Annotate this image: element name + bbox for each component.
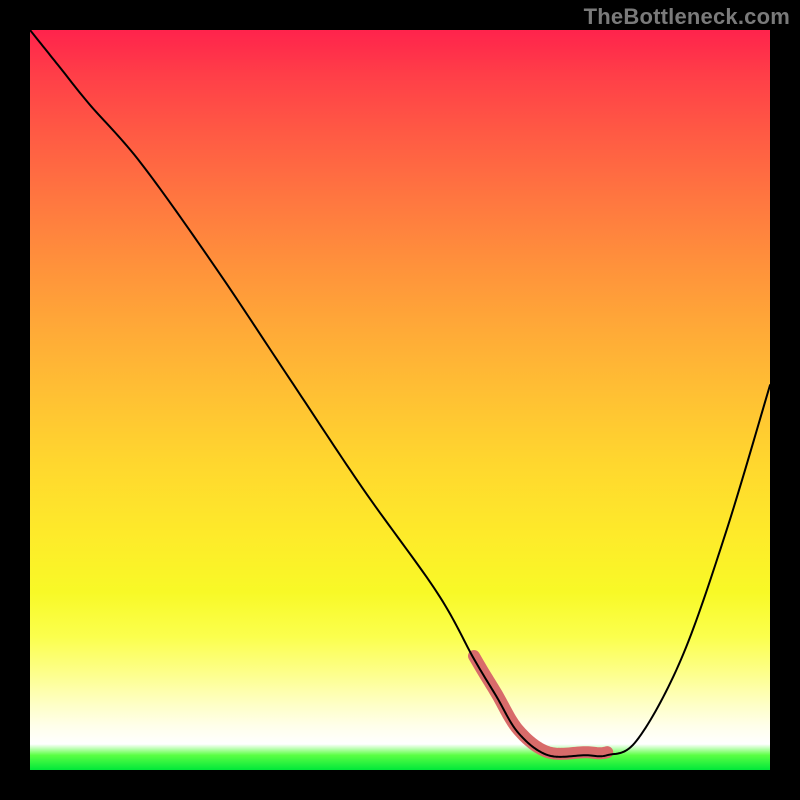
plot-area	[30, 30, 770, 770]
chart-frame: TheBottleneck.com	[0, 0, 800, 800]
watermark-text: TheBottleneck.com	[584, 4, 790, 30]
chart-svg	[30, 30, 770, 770]
curve-line	[30, 30, 770, 757]
highlight-segment	[474, 656, 607, 754]
